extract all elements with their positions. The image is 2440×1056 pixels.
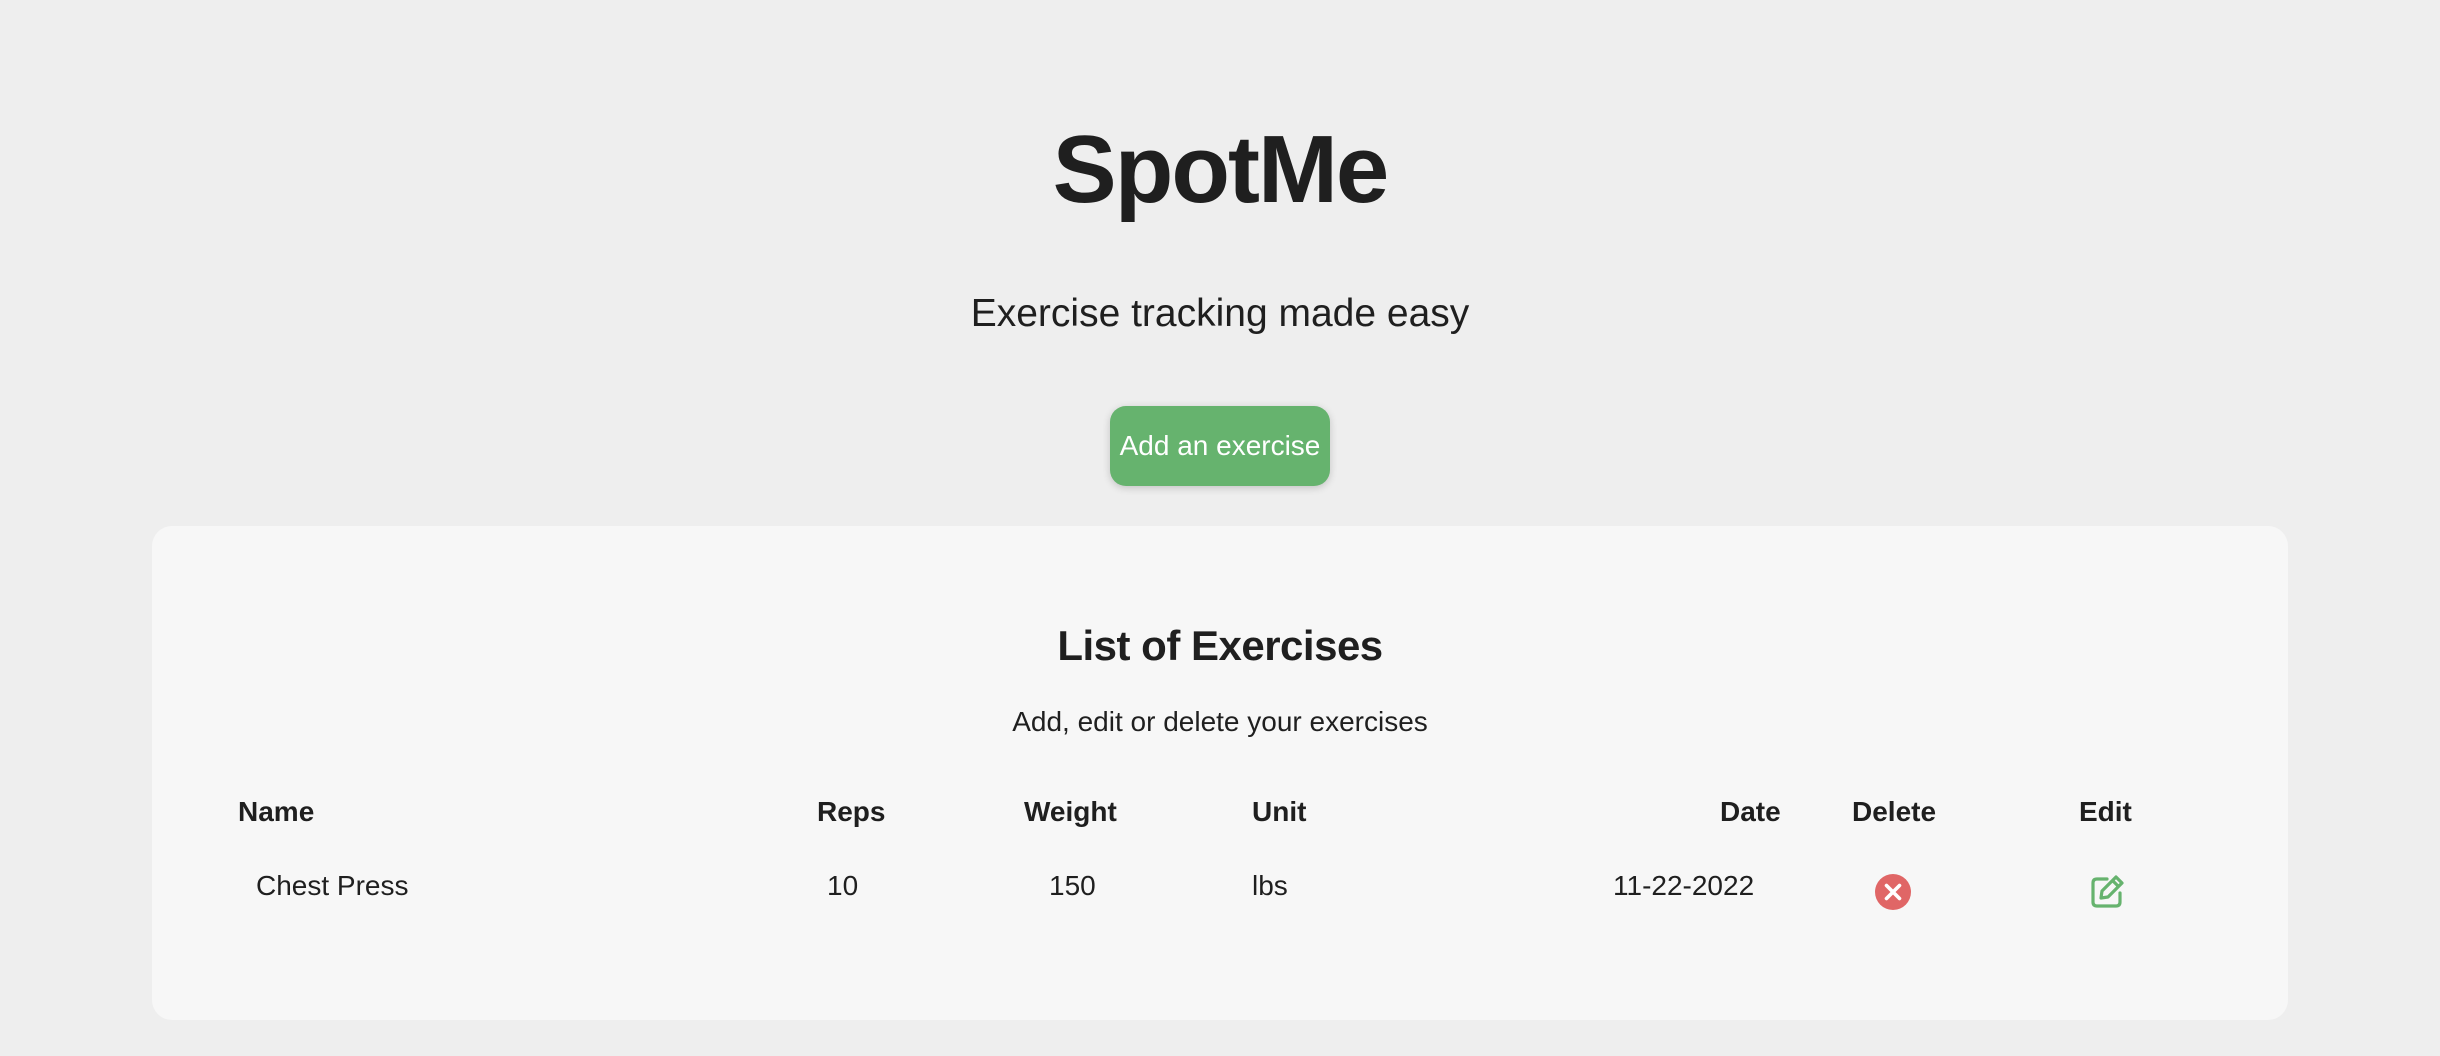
exercise-unit: lbs	[1252, 870, 1288, 901]
app-title: SpotMe	[1052, 116, 1390, 223]
delete-button[interactable]	[1873, 872, 1913, 912]
exercise-weight: 150	[1049, 870, 1096, 901]
column-header-date: Date	[1720, 796, 1781, 827]
pencil-square-icon	[2091, 875, 2124, 908]
card-title: List of Exercises	[1057, 622, 1383, 669]
exercise-name: Chest Press	[256, 870, 409, 901]
edit-button[interactable]	[2087, 872, 2127, 912]
column-header-weight: Weight	[1024, 796, 1117, 827]
add-exercise-button[interactable]: Add an exercise	[1110, 406, 1330, 486]
exercise-reps: 10	[827, 870, 859, 901]
exercises-card: List of Exercises Add, edit or delete yo…	[152, 526, 2288, 1020]
column-header-unit: Unit	[1252, 796, 1307, 827]
column-header-name: Name	[238, 796, 315, 827]
app-tagline: Exercise tracking made easy	[970, 292, 1470, 335]
column-header-delete: Delete	[1852, 796, 1937, 827]
exercise-date: 11-22-2022	[1613, 870, 1755, 901]
column-header-reps: Reps	[817, 796, 886, 827]
card-subtitle: Add, edit or delete your exercises	[1012, 706, 1428, 737]
circle-x-icon	[1875, 874, 1911, 910]
column-header-edit: Edit	[2079, 796, 2132, 827]
